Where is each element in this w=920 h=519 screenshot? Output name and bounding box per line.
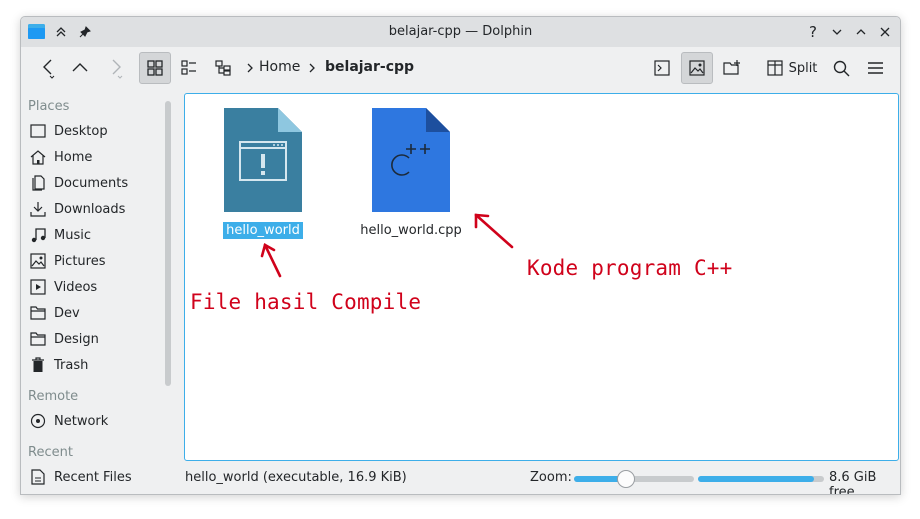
sidebar-item-network[interactable]: Network <box>27 409 167 433</box>
tree-view-icon <box>215 60 231 76</box>
places-scrollbar[interactable] <box>165 101 171 386</box>
breadcrumb-current[interactable]: belajar-cpp <box>325 59 414 75</box>
dolphin-window: belajar-cpp — Dolphin ? Home belajar-cpp… <box>20 16 901 495</box>
annotation-compile-note: File hasil Compile <box>190 290 422 314</box>
preview-button[interactable] <box>681 52 713 84</box>
free-space-bar-fill <box>698 476 814 482</box>
split-view-icon <box>766 60 783 76</box>
back-button[interactable] <box>35 52 61 84</box>
sidebar-item-music[interactable]: Music <box>27 223 167 247</box>
places-panel: Places Desktop Home Documents Downloads … <box>21 93 173 494</box>
folder-icon <box>27 330 49 348</box>
toolbar: Home belajar-cpp Split <box>21 47 900 89</box>
icons-view-button[interactable] <box>139 52 171 84</box>
places-header: Places <box>28 99 70 114</box>
music-icon <box>27 226 49 244</box>
chevron-left-icon <box>43 59 55 79</box>
executable-file-icon <box>224 108 302 212</box>
grid-view-icon <box>147 60 163 76</box>
sidebar-item-trash[interactable]: Trash <box>27 353 167 377</box>
sidebar-item-downloads[interactable]: Downloads <box>27 197 167 221</box>
title-bar: belajar-cpp — Dolphin ? <box>21 17 900 47</box>
free-space-bar <box>698 476 824 482</box>
maximize-button[interactable] <box>851 22 871 42</box>
zoom-slider[interactable] <box>574 470 694 488</box>
sidebar-item-desktop[interactable]: Desktop <box>27 119 167 143</box>
close-icon <box>880 27 890 37</box>
terminal-button[interactable] <box>648 52 676 84</box>
desktop-icon <box>27 122 49 140</box>
folder-new-icon <box>723 60 740 75</box>
image-preview-icon <box>689 60 705 76</box>
sidebar-item-label: Trash <box>54 357 89 373</box>
downloads-icon <box>27 200 49 218</box>
compact-view-icon <box>181 60 196 75</box>
menu-button[interactable] <box>861 52 889 84</box>
home-icon <box>27 148 49 166</box>
details-view-button[interactable] <box>209 52 237 84</box>
file-name-cpp[interactable]: hello_world.cpp <box>357 222 465 239</box>
sidebar-item-label: Pictures <box>54 253 106 269</box>
cpp-file-icon <box>372 108 450 212</box>
chevron-right-icon <box>309 63 315 73</box>
split-button[interactable]: Split <box>765 52 819 84</box>
close-button[interactable] <box>875 22 895 42</box>
chevron-down-icon <box>832 29 842 35</box>
breadcrumb-separator[interactable] <box>243 52 257 84</box>
split-label: Split <box>788 60 818 76</box>
chevron-right-icon <box>112 59 123 79</box>
window-title: belajar-cpp — Dolphin <box>388 24 533 39</box>
annotation-source-note: Kode program C++ <box>527 256 733 280</box>
forward-button[interactable] <box>103 52 129 84</box>
documents-icon <box>27 174 49 192</box>
minimize-button[interactable] <box>827 22 847 42</box>
search-icon <box>833 60 849 76</box>
file-item-executable[interactable]: hello_world <box>208 108 318 239</box>
search-button[interactable] <box>827 52 855 84</box>
network-icon <box>27 412 49 430</box>
terminal-icon <box>654 60 670 76</box>
trash-icon <box>27 356 49 374</box>
new-folder-button[interactable] <box>718 52 746 84</box>
sidebar-item-label: Desktop <box>54 123 108 139</box>
hamburger-menu-icon <box>867 62 883 74</box>
remote-header: Remote <box>28 389 79 404</box>
sidebar-item-label: Home <box>54 149 93 165</box>
sidebar-item-label: Downloads <box>54 201 126 217</box>
sidebar-item-design[interactable]: Design <box>27 327 167 351</box>
file-name-executable[interactable]: hello_world <box>223 222 303 239</box>
up-button[interactable] <box>67 52 93 84</box>
sidebar-item-pictures[interactable]: Pictures <box>27 249 167 273</box>
help-button[interactable]: ? <box>803 22 823 42</box>
sidebar-item-dev[interactable]: Dev <box>27 301 167 325</box>
breadcrumb-separator[interactable] <box>305 52 319 84</box>
sidebar-item-home[interactable]: Home <box>27 145 167 169</box>
sidebar-item-label: Network <box>54 413 109 429</box>
folder-icon <box>27 304 49 322</box>
chevron-up-icon <box>72 63 88 72</box>
sidebar-item-label: Music <box>54 227 91 243</box>
pictures-icon <box>27 252 49 270</box>
sidebar-item-label: Documents <box>54 175 129 191</box>
sidebar-item-documents[interactable]: Documents <box>27 171 167 195</box>
file-item-cpp[interactable]: hello_world.cpp <box>356 108 466 239</box>
videos-icon <box>27 278 49 296</box>
recent-header: Recent <box>28 445 73 460</box>
breadcrumb-home[interactable]: Home <box>259 59 300 75</box>
zoom-slider-handle[interactable] <box>616 470 635 488</box>
free-space-text: 8.6 GiB free <box>829 470 877 495</box>
compact-view-button[interactable] <box>175 52 203 84</box>
status-bar: hello_world (executable, 16.9 KiB) Zoom:… <box>21 463 900 495</box>
sidebar-item-label: Design <box>54 331 99 347</box>
sidebar-item-videos[interactable]: Videos <box>27 275 167 299</box>
chevron-up-icon <box>856 29 866 35</box>
chevron-right-icon <box>247 63 253 73</box>
sidebar-item-label: Videos <box>54 279 98 295</box>
zoom-label: Zoom: <box>530 470 572 485</box>
sidebar-item-label: Dev <box>54 305 80 321</box>
status-text: hello_world (executable, 16.9 KiB) <box>185 470 407 485</box>
